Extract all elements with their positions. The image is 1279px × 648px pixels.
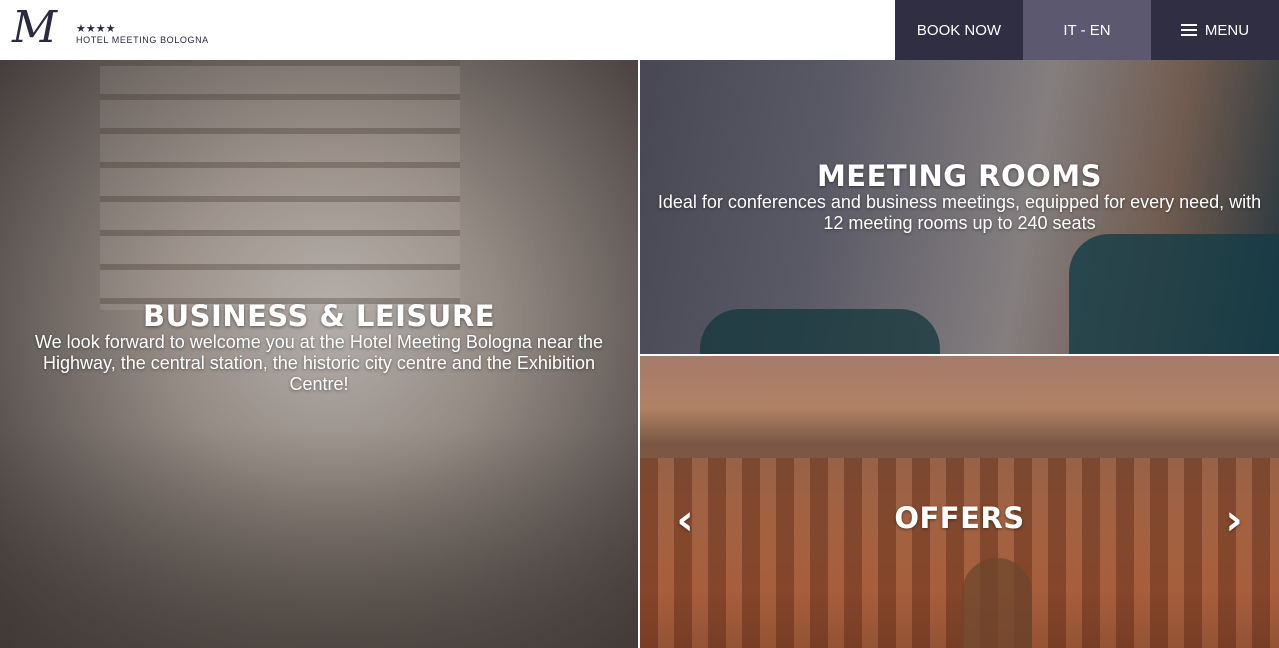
offers-title: OFFERS — [894, 501, 1025, 535]
menu-button[interactable]: MENU — [1151, 0, 1279, 60]
meeting-rooms-caption: MEETING ROOMS Ideal for conferences and … — [650, 160, 1269, 234]
business-leisure-title: BUSINESS & LEISURE — [142, 299, 495, 333]
meeting-rooms-panel[interactable]: MEETING ROOMS Ideal for conferences and … — [640, 60, 1279, 354]
site-header: M ★★★★ HOTEL MEETING BOLOGNA BOOK NOW IT… — [0, 0, 1279, 60]
hamburger-icon — [1180, 24, 1197, 36]
business-leisure-panel[interactable]: BUSINESS & LEISURE We look forward to we… — [0, 60, 638, 648]
header-nav: BOOK NOW IT - EN MENU — [895, 0, 1279, 60]
meeting-rooms-title: MEETING ROOMS — [816, 159, 1103, 193]
meeting-rooms-text: Ideal for conferences and business meeti… — [657, 192, 1262, 233]
business-leisure-caption: BUSINESS & LEISURE We look forward to we… — [34, 300, 604, 395]
logo-monogram: M — [12, 2, 57, 53]
offers-panel[interactable]: ‹ OFFERS › — [640, 356, 1279, 648]
corridor-floor-image — [0, 428, 638, 648]
hotel-logo[interactable]: M ★★★★ HOTEL MEETING BOLOGNA — [12, 2, 212, 53]
chevron-right-icon[interactable]: › — [1219, 499, 1249, 541]
business-leisure-text: We look forward to welcome you at the Ho… — [35, 332, 603, 394]
city-rooftops-image — [640, 458, 1279, 648]
logo-hotel-name: HOTEL MEETING BOLOGNA — [76, 35, 209, 45]
chair-image — [1069, 234, 1279, 354]
offers-caption: OFFERS — [640, 502, 1279, 534]
chair-image — [700, 309, 940, 354]
church-dome-image — [962, 558, 1032, 648]
star-rating: ★★★★ — [76, 23, 116, 35]
book-now-button[interactable]: BOOK NOW — [895, 0, 1023, 60]
corridor-ceiling-image — [100, 60, 460, 310]
language-switch-button[interactable]: IT - EN — [1023, 0, 1151, 60]
menu-label: MENU — [1204, 21, 1250, 39]
